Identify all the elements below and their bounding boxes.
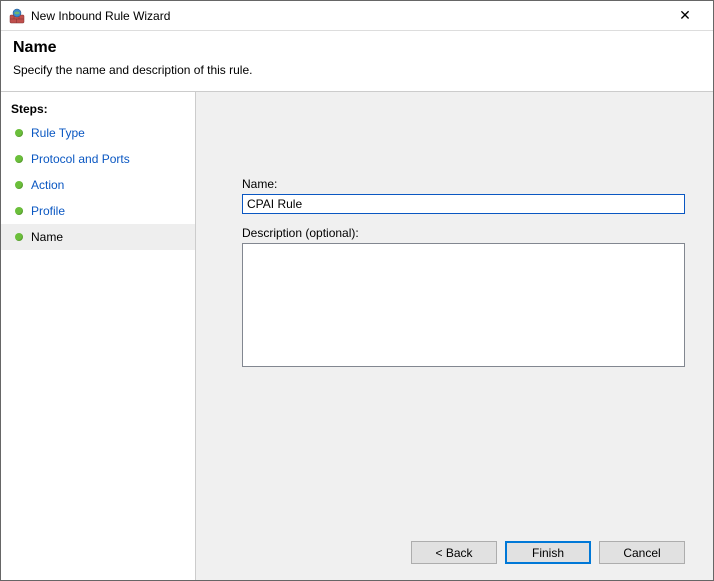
button-row: < Back Finish Cancel bbox=[242, 531, 685, 564]
step-bullet-icon bbox=[15, 181, 23, 189]
step-bullet-icon bbox=[15, 129, 23, 137]
description-label: Description (optional): bbox=[242, 226, 685, 240]
wizard-header: Name Specify the name and description of… bbox=[1, 31, 713, 92]
step-action[interactable]: Action bbox=[1, 172, 195, 198]
window-title: New Inbound Rule Wizard bbox=[31, 9, 665, 23]
step-bullet-icon bbox=[15, 207, 23, 215]
cancel-button[interactable]: Cancel bbox=[599, 541, 685, 564]
wizard-window: New Inbound Rule Wizard ✕ Name Specify t… bbox=[0, 0, 714, 581]
step-bullet-icon bbox=[15, 155, 23, 163]
step-rule-type[interactable]: Rule Type bbox=[1, 120, 195, 146]
step-link[interactable]: Protocol and Ports bbox=[31, 150, 130, 168]
step-label: Name bbox=[31, 228, 63, 246]
titlebar: New Inbound Rule Wizard ✕ bbox=[1, 1, 713, 31]
steps-title: Steps: bbox=[1, 98, 195, 120]
page-title: Name bbox=[13, 39, 701, 57]
step-name[interactable]: Name bbox=[1, 224, 195, 250]
page-subtitle: Specify the name and description of this… bbox=[13, 63, 701, 77]
step-link[interactable]: Action bbox=[31, 176, 64, 194]
step-profile[interactable]: Profile bbox=[1, 198, 195, 224]
firewall-icon bbox=[9, 8, 25, 24]
step-protocol-and-ports[interactable]: Protocol and Ports bbox=[1, 146, 195, 172]
back-button[interactable]: < Back bbox=[411, 541, 497, 564]
close-icon: ✕ bbox=[679, 7, 691, 24]
name-label: Name: bbox=[242, 177, 685, 191]
step-bullet-icon bbox=[15, 233, 23, 241]
step-link[interactable]: Profile bbox=[31, 202, 65, 220]
wizard-body: Steps: Rule Type Protocol and Ports Acti… bbox=[1, 92, 713, 580]
step-link[interactable]: Rule Type bbox=[31, 124, 85, 142]
description-textarea[interactable] bbox=[242, 243, 685, 367]
name-input[interactable] bbox=[242, 194, 685, 214]
finish-button[interactable]: Finish bbox=[505, 541, 591, 564]
steps-sidebar: Steps: Rule Type Protocol and Ports Acti… bbox=[1, 92, 196, 580]
close-button[interactable]: ✕ bbox=[665, 2, 705, 30]
main-panel: Name: Description (optional): < Back Fin… bbox=[196, 92, 713, 580]
